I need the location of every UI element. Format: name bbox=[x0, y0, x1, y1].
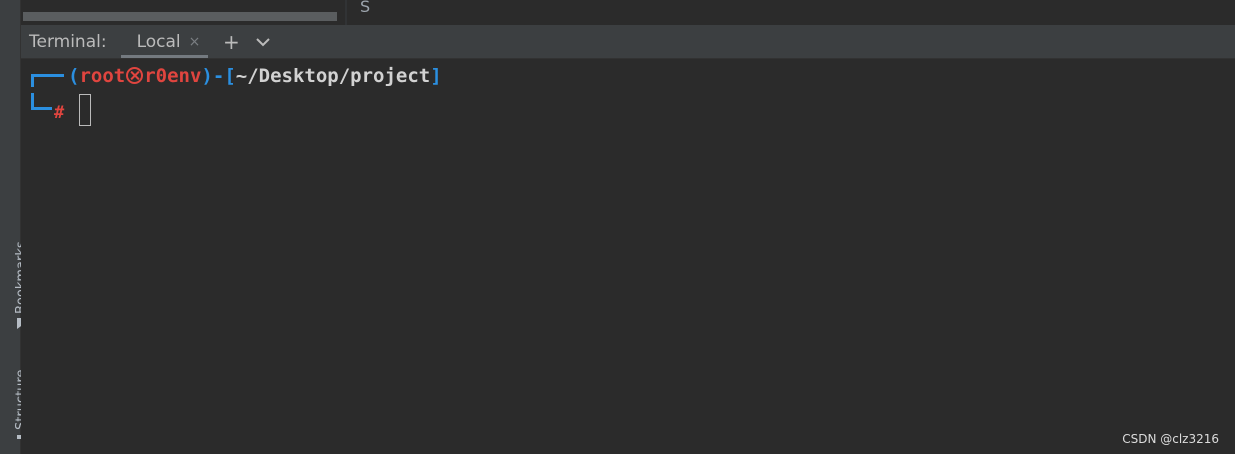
horizontal-scrollbar[interactable] bbox=[23, 12, 337, 21]
ide-window: S Bookmarks Structure Terminal: Local × … bbox=[0, 0, 1235, 454]
prompt-close-bracket: ] bbox=[430, 65, 442, 87]
new-tab-button[interactable]: + bbox=[220, 32, 242, 52]
terminal-cursor bbox=[79, 94, 91, 126]
chevron-down-icon[interactable] bbox=[254, 36, 276, 48]
prompt-open-bracket: [ bbox=[224, 65, 236, 87]
prompt-host: r0env bbox=[144, 65, 202, 87]
tab-local[interactable]: Local × bbox=[120, 25, 209, 58]
skull-at-icon bbox=[126, 67, 144, 84]
prompt-line-1: (root r0env)-[~/Desktop/project] bbox=[31, 65, 442, 87]
prompt-close-paren: ) bbox=[201, 65, 213, 87]
terminal-header: Terminal: Local × + bbox=[21, 25, 1235, 59]
close-icon[interactable]: × bbox=[189, 35, 201, 49]
tab-local-label: Local bbox=[136, 31, 181, 52]
prompt-path: ~/Desktop/project bbox=[235, 65, 431, 87]
prompt-corner-top bbox=[31, 74, 64, 87]
editor-partial-text: S bbox=[360, 0, 371, 16]
prompt-open-paren: ( bbox=[68, 65, 80, 87]
terminal-title: Terminal: bbox=[29, 31, 107, 52]
prompt-corner-bottom bbox=[31, 93, 52, 110]
prompt-user: root bbox=[79, 65, 126, 87]
left-tool-strip: Bookmarks Structure bbox=[0, 0, 29, 454]
prompt-line-2: # bbox=[31, 93, 64, 123]
watermark: CSDN @clz3216 bbox=[1122, 432, 1219, 446]
prompt-dash: - bbox=[212, 65, 225, 87]
terminal-output[interactable]: (root r0env)-[~/Desktop/project] # bbox=[21, 59, 1235, 454]
editor-top-area: S bbox=[21, 0, 1235, 26]
editor-divider bbox=[345, 0, 347, 25]
prompt-symbol: # bbox=[54, 103, 65, 123]
